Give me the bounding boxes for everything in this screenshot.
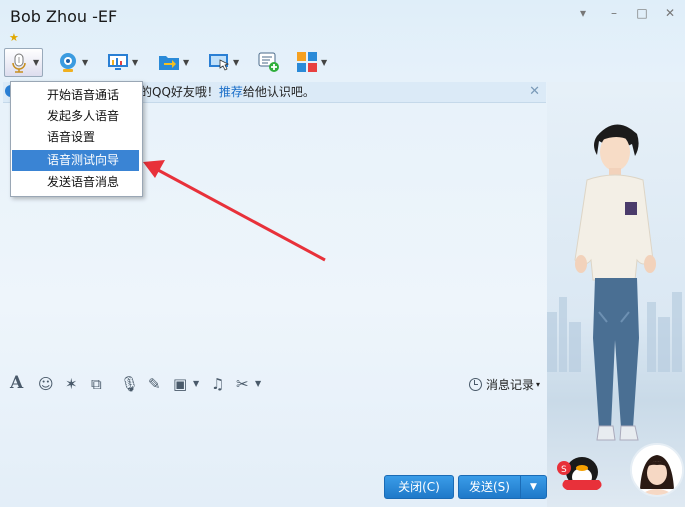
microphone-icon [12,53,26,73]
remote-assist-button[interactable]: ▼ [208,48,239,76]
emoji-icon[interactable]: ☺ [38,375,54,393]
close-window-button[interactable]: ✕ [661,5,679,21]
voice-msg-icon[interactable]: 🎙 [120,375,139,393]
close-button[interactable]: 关闭(C) [384,475,454,499]
send-options-button[interactable]: ▼ [520,475,547,499]
monitor-chart-icon [108,54,128,70]
message-history-button[interactable]: 消息记录 ▾ [468,376,540,393]
svg-text:S: S [561,465,567,475]
notice-text: 的QQ好友哦！推荐给他认识吧。 [140,82,315,102]
close-icon[interactable]: ✕ [529,82,540,102]
qq-chat-window: Bob Zhou -EF ▾ – □ ✕ ★ ▼ ▼ ▼ ▼ ▼ ▼ 的QQ好友… [0,0,685,507]
remote-desktop-button[interactable]: ▼ [107,48,138,76]
message-input[interactable] [3,398,546,470]
chevron-down-icon[interactable]: ▼ [255,379,261,388]
app-grid-icon [297,52,317,72]
webcam-icon [60,53,76,72]
apps-button[interactable]: ▼ [296,48,327,76]
recommend-link[interactable]: 推荐 [219,85,243,99]
window-title: Bob Zhou -EF [10,7,118,26]
magic-icon[interactable]: ✶ [65,375,78,393]
menu-item-voice-test-wizard[interactable]: 语音测试向导 [12,150,139,171]
chevron-down-icon[interactable]: ▼ [193,379,199,388]
avatar-image [632,445,682,495]
doodle-icon[interactable]: ✎ [148,375,161,393]
menu-item-multi-voice[interactable]: 发起多人语音 [12,106,139,127]
image-icon[interactable]: ▣ [173,375,187,393]
chevron-down-icon[interactable]: ▼ [321,58,327,67]
format-toolbar: A ☺ ✶ ⧉ 🎙 ✎ ▣ ▼ ♫ ✂ ▼ 消息记录 ▾ [3,370,546,398]
menu-item-start-voice-call[interactable]: 开始语音通话 [12,85,139,106]
screenshot-icon[interactable]: ⧉ [91,375,102,393]
scissors-icon[interactable]: ✂ [236,375,249,393]
notice-text-before: 的QQ好友哦！ [140,85,219,99]
notice-text-after: 给他认识吧。 [242,85,315,99]
skin-dropdown-icon[interactable]: ▾ [574,5,592,21]
video-call-button[interactable]: ▼ [57,48,88,76]
voice-call-button[interactable]: ▼ [4,48,44,77]
avatar[interactable] [630,443,684,497]
star-icon[interactable]: ★ [9,31,19,44]
send-file-button[interactable]: ▼ [158,48,189,76]
music-icon[interactable]: ♫ [211,375,224,393]
title-bar: Bob Zhou -EF ▾ – □ ✕ [0,0,685,32]
create-discussion-button[interactable] [258,48,280,76]
voice-dropdown-menu: 开始语音通话 发起多人语音 语音设置 语音测试向导 发送语音消息 [10,81,143,197]
send-button[interactable]: 发送(S) [458,475,521,499]
menu-item-send-voice-message[interactable]: 发送语音消息 [12,172,139,193]
chevron-down-icon[interactable]: ▼ [82,58,88,67]
chevron-down-icon: ▾ [535,380,540,389]
chevron-down-icon[interactable]: ▼ [183,58,189,67]
minimize-button[interactable]: – [605,5,623,21]
screen-cursor-icon [209,54,230,71]
clock-icon [468,378,482,391]
menu-item-voice-settings[interactable]: 语音设置 [12,127,139,148]
chevron-down-icon[interactable]: ▼ [132,58,138,67]
folder-arrow-icon [159,56,179,70]
history-label: 消息记录 [485,378,534,392]
chevron-down-icon[interactable]: ▼ [33,58,39,67]
chat-add-icon [258,52,279,72]
font-icon[interactable]: A [10,373,23,393]
maximize-button[interactable]: □ [633,5,651,21]
chevron-down-icon[interactable]: ▼ [233,58,239,67]
